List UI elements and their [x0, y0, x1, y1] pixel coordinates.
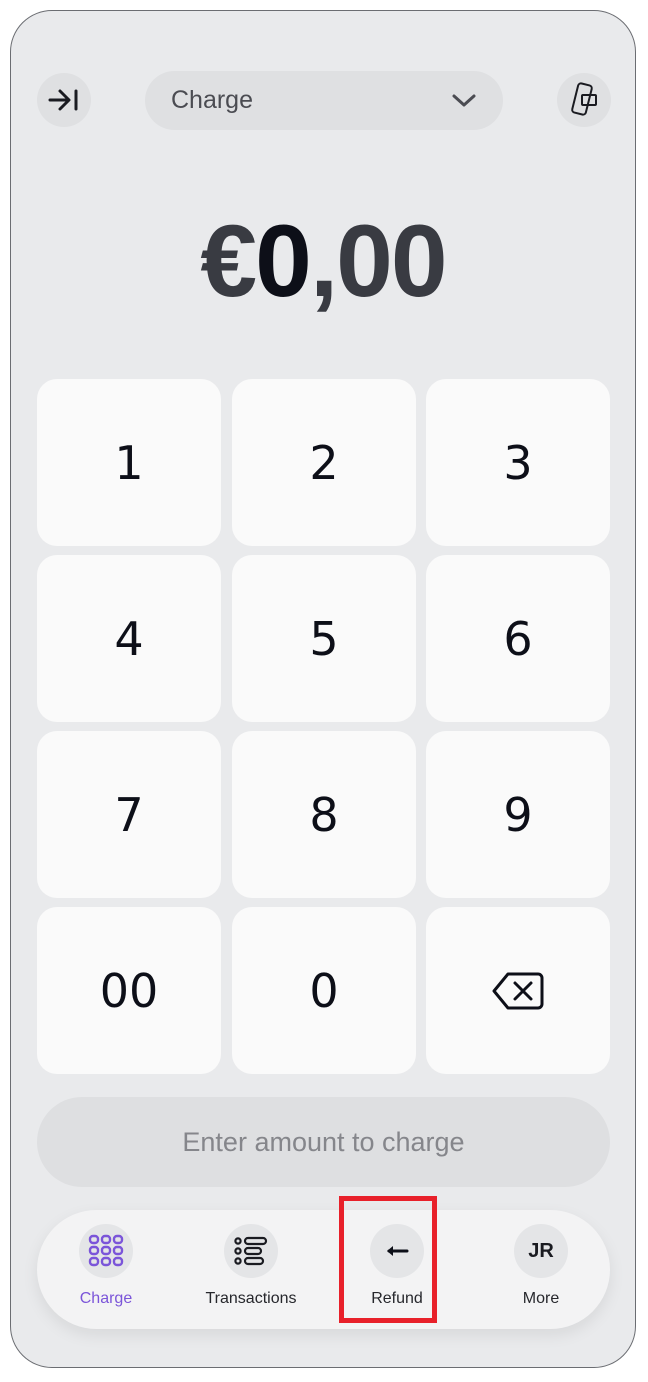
arrow-right-to-bar-icon — [48, 89, 78, 111]
nav-icon-circle — [370, 1224, 424, 1278]
app-screen: Charge €0,00 1 2 3 4 5 6 7 8 9 00 0 Ente… — [10, 10, 636, 1368]
amount-currency: € — [200, 204, 257, 318]
nav-item-transactions[interactable]: Transactions — [191, 1224, 311, 1320]
key-8[interactable]: 8 — [232, 731, 416, 898]
charge-button[interactable]: Enter amount to charge — [37, 1097, 610, 1187]
nav-icon-circle — [79, 1224, 133, 1278]
key-6[interactable]: 6 — [426, 555, 610, 722]
chevron-down-icon — [452, 94, 476, 106]
nav-item-refund[interactable]: Refund — [337, 1224, 457, 1320]
key-1[interactable]: 1 — [37, 379, 221, 546]
key-9[interactable]: 9 — [426, 731, 610, 898]
backspace-icon — [492, 972, 544, 1009]
arrow-left-icon — [387, 1246, 409, 1256]
nav-item-charge[interactable]: Charge — [46, 1224, 166, 1320]
amount-separator: , — [309, 204, 338, 318]
tap-to-pay-device-icon — [571, 82, 597, 116]
avatar: JR — [514, 1224, 568, 1278]
backspace-key[interactable] — [426, 907, 610, 1074]
key-3[interactable]: 3 — [426, 379, 610, 546]
key-5[interactable]: 5 — [232, 555, 416, 722]
key-00[interactable]: 00 — [37, 907, 221, 1074]
list-icon — [234, 1236, 268, 1266]
nav-label-refund: Refund — [371, 1290, 423, 1307]
nav-item-more[interactable]: JR More — [481, 1224, 601, 1320]
collapse-button[interactable] — [37, 73, 91, 127]
amount-display: €0,00 — [11, 201, 635, 321]
key-2[interactable]: 2 — [232, 379, 416, 546]
bottom-nav: Charge Transactions Refund JR More — [37, 1210, 610, 1329]
keypad-grid-icon — [88, 1234, 124, 1267]
nav-label-charge: Charge — [79, 1290, 133, 1307]
key-7[interactable]: 7 — [37, 731, 221, 898]
key-4[interactable]: 4 — [37, 555, 221, 722]
avatar-initials: JR — [528, 1239, 554, 1262]
mode-selector[interactable]: Charge — [145, 71, 503, 130]
nav-icon-circle — [224, 1224, 278, 1278]
device-button[interactable] — [557, 73, 611, 127]
nav-label-transactions: Transactions — [205, 1290, 297, 1307]
amount-integer: 0 — [255, 204, 312, 318]
key-0[interactable]: 0 — [232, 907, 416, 1074]
nav-label-more: More — [522, 1290, 560, 1307]
mode-selector-value: Charge — [171, 86, 253, 114]
amount-decimals: 00 — [336, 204, 447, 318]
